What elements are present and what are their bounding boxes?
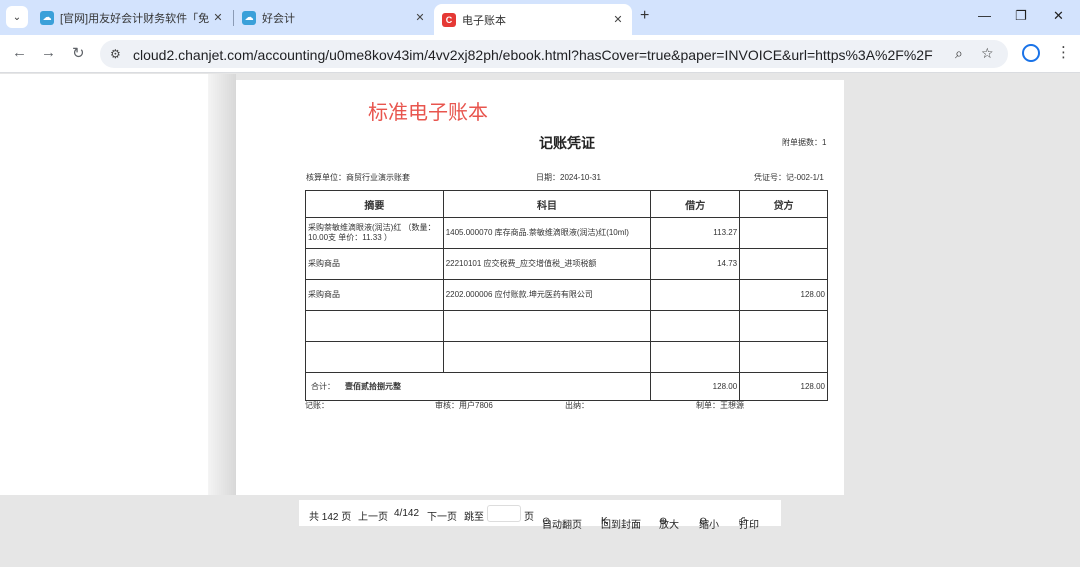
voucher-table: 摘要 科目 借方 贷方 采购萘敏维滴眼液(润洁)红 （数量：10.00支 单价：… <box>304 190 828 401</box>
tab-search-button[interactable]: ⌄ <box>6 6 28 28</box>
current-page: 4/142 <box>394 508 420 519</box>
tab-separator <box>233 10 234 26</box>
bookkeeper-sign: 记账： <box>305 401 329 410</box>
tab-title: [官网]用友好会计财务软件「免 <box>60 12 210 25</box>
profile-icon[interactable] <box>1022 44 1040 62</box>
header-summary: 摘要 <box>305 190 444 218</box>
total-credit: 128.00 <box>739 372 828 401</box>
ebook-page: 标准电子账本 记账凭证 附单据数：1 核算单位：商贸行业演示账套 日期：2024… <box>236 80 844 495</box>
close-icon[interactable]: ✕ <box>412 11 428 24</box>
tab-ebook-active[interactable]: C 电子账本 ✕ <box>434 4 632 35</box>
cell-credit <box>739 341 828 373</box>
header-account: 科目 <box>442 190 652 218</box>
total-pages: 共 142 页 <box>309 512 352 523</box>
chanjet-logo-icon: C <box>442 12 456 27</box>
cell-summary: 采购商品 <box>305 248 444 280</box>
cashier-sign: 出纳： <box>565 401 589 410</box>
jump-page-input[interactable] <box>487 505 521 522</box>
table-row: 采购萘敏维滴眼液(润洁)红 （数量：10.00支 单价：11.33 ） 1405… <box>305 217 828 249</box>
zoom-in-label: 放大 <box>659 520 679 531</box>
cloud-icon: ☁ <box>40 10 54 25</box>
tab-title: 好会计 <box>262 12 295 25</box>
prev-page-button[interactable]: 上一页 <box>358 508 388 523</box>
cell-credit <box>739 248 828 280</box>
cell-account <box>442 341 652 373</box>
new-tab-button[interactable]: + <box>640 7 649 25</box>
page-shadow <box>208 74 236 495</box>
cell-summary: 采购萘敏维滴眼液(润洁)红 （数量：10.00支 单价：11.33 ） <box>305 217 444 249</box>
cell-account: 1405.000070 库存商品.萘敏维滴眼液(润洁)红(10ml) <box>442 217 652 249</box>
table-row <box>305 310 828 342</box>
auto-flip-label: 自动翻页 <box>542 520 582 531</box>
voucher-date: 日期：2024-10-31 <box>536 173 601 182</box>
back-icon[interactable]: ← <box>12 44 27 61</box>
cell-debit <box>650 341 741 373</box>
tab-title: 电子账本 <box>462 14 506 27</box>
url-path: /accounting/u0me8kov43im/4vv2xj82ph/eboo… <box>253 47 933 63</box>
cell-summary <box>305 310 444 342</box>
accounting-unit: 核算单位：商贸行业演示账套 <box>306 173 410 182</box>
cell-credit <box>739 310 828 342</box>
voucher-number: 凭证号：记-002-1/1 <box>754 173 824 182</box>
toolbar: ← → ↻ ⚙ cloud2.chanjet.com/accounting/u0… <box>0 35 1080 73</box>
zoom-icon[interactable]: ⌕ <box>955 45 963 62</box>
close-icon[interactable]: ✕ <box>210 11 226 24</box>
total-cell: 合计： 壹佰贰拾捌元整 <box>304 372 652 401</box>
close-icon[interactable]: ✕ <box>610 13 626 26</box>
total-row: 合计： 壹佰贰拾捌元整 128.00 128.00 <box>304 372 828 401</box>
attachments-count: 附单据数：1 <box>782 138 827 147</box>
total-in-words: 壹佰贰拾捌元整 <box>345 381 401 391</box>
url-text[interactable]: cloud2.chanjet.com/accounting/u0me8kov43… <box>133 47 933 63</box>
tab-strip: ⌄ ☁ [官网]用友好会计财务软件「免 ✕ ☁ 好会计 ✕ C 电子账本 ✕ +… <box>0 0 1080 35</box>
cell-debit: 14.73 <box>650 248 741 280</box>
table-row: 采购商品 22210101 应交税费_应交增值税_进项税额 14.73 <box>305 248 828 280</box>
ebook-title: 标准电子账本 <box>368 102 488 124</box>
address-bar[interactable]: ⚙ cloud2.chanjet.com/accounting/u0me8kov… <box>100 40 1008 68</box>
cell-summary: 采购商品 <box>305 279 444 311</box>
header-credit: 贷方 <box>739 190 828 218</box>
maker-sign: 制单：王想源 <box>696 401 744 410</box>
restore-icon[interactable]: ❐ <box>1015 8 1027 24</box>
table-row: 采购商品 2202.000006 应付账款.坤元医药有限公司 128.00 <box>305 279 828 311</box>
viewer-left-blank <box>0 74 208 495</box>
cell-credit <box>739 217 828 249</box>
url-host: cloud2.chanjet.com <box>133 47 254 63</box>
window-close-icon[interactable]: ✕ <box>1053 8 1064 24</box>
next-page-button[interactable]: 下一页 <box>427 508 457 523</box>
bookmark-star-icon[interactable]: ☆ <box>981 45 994 62</box>
cell-account: 2202.000006 应付账款.坤元医药有限公司 <box>442 279 652 311</box>
cell-debit: 113.27 <box>650 217 741 249</box>
jump-label: 跳至 <box>464 512 484 523</box>
pager-toolbar: 共 142 页 上一页 4/142 下一页 跳至 页 ⊙ 自动翻页 K 回到封面 ⊕… <box>299 500 781 531</box>
back-to-cover-label: 回到封面 <box>601 520 641 531</box>
print-label: 打印 <box>739 520 759 531</box>
page-unit-label: 页 <box>524 512 534 523</box>
table-row <box>305 341 828 373</box>
total-label: 合计： <box>311 381 335 391</box>
tab-chanjet-official[interactable]: ☁ [官网]用友好会计财务软件「免 ✕ <box>40 4 226 31</box>
more-menu-icon[interactable]: ⋮ <box>1056 43 1071 61</box>
zoom-out-label: 缩小 <box>699 520 719 531</box>
minimize-icon[interactable]: — <box>978 8 991 23</box>
cell-account <box>442 310 652 342</box>
total-debit: 128.00 <box>650 372 741 401</box>
voucher-title: 记账凭证 <box>539 135 595 151</box>
forward-icon[interactable]: → <box>41 44 56 61</box>
site-settings-icon[interactable]: ⚙ <box>110 47 121 61</box>
tab-haokuaiji[interactable]: ☁ 好会计 ✕ <box>242 4 428 31</box>
cell-account: 22210101 应交税费_应交增值税_进项税额 <box>442 248 652 280</box>
reload-icon[interactable]: ↻ <box>72 44 85 62</box>
header-debit: 借方 <box>650 190 741 218</box>
cell-debit <box>650 279 741 311</box>
cell-debit <box>650 310 741 342</box>
cell-summary <box>305 341 444 373</box>
cell-credit: 128.00 <box>739 279 828 311</box>
table-header: 摘要 科目 借方 贷方 <box>305 190 828 218</box>
auditor-sign: 审核：用户7806 <box>435 401 493 410</box>
cloud-icon: ☁ <box>242 10 256 25</box>
